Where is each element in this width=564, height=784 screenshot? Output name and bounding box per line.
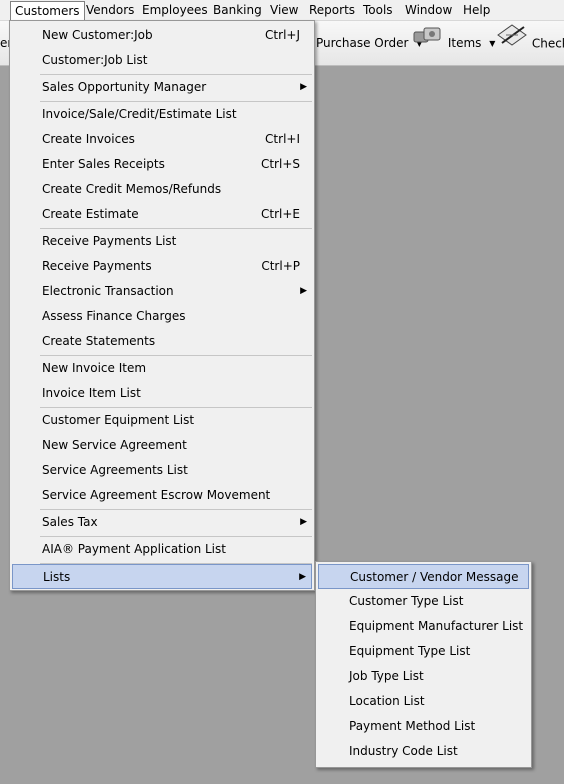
menu-item-invoice-list[interactable]: Invoice/Sale/Credit/Estimate List <box>12 102 312 127</box>
items-button[interactable]: Items ▼ <box>412 21 495 65</box>
submenu-item-location-list[interactable]: Location List <box>318 689 529 714</box>
menu-item-service-agreement-escrow[interactable]: Service Agreement Escrow Movement <box>12 483 312 508</box>
submenu-item-equipment-manufacturer-list[interactable]: Equipment Manufacturer List <box>318 614 529 639</box>
menu-tools[interactable]: Tools <box>359 1 397 19</box>
lists-submenu: Customer / Vendor Message Customer Type … <box>315 561 532 768</box>
submenu-item-equipment-type-list[interactable]: Equipment Type List <box>318 639 529 664</box>
menu-item-assess-finance-charges[interactable]: Assess Finance Charges <box>12 304 312 329</box>
submenu-item-job-type-list[interactable]: Job Type List <box>318 664 529 689</box>
menu-item-lists[interactable]: Lists ▶ <box>12 564 312 589</box>
submenu-arrow-icon: ▶ <box>300 82 307 92</box>
menu-vendors[interactable]: Vendors <box>82 1 138 19</box>
menu-reports[interactable]: Reports <box>305 1 359 19</box>
submenu-item-customer-type-list[interactable]: Customer Type List <box>318 589 529 614</box>
submenu-item-industry-code-list[interactable]: Industry Code List <box>318 739 529 764</box>
submenu-item-customer-vendor-message[interactable]: Customer / Vendor Message <box>318 564 529 589</box>
submenu-arrow-icon: ▶ <box>300 517 307 527</box>
menu-item-new-customer-job[interactable]: New Customer:Job Ctrl+J <box>12 23 312 48</box>
menu-banking[interactable]: Banking <box>209 1 266 19</box>
items-icon <box>412 22 444 66</box>
submenu-item-payment-method-list[interactable]: Payment Method List <box>318 714 529 739</box>
purchase-order-label: Purchase Order <box>316 36 409 50</box>
menu-item-create-invoices[interactable]: Create Invoices Ctrl+I <box>12 127 312 152</box>
menu-item-new-invoice-item[interactable]: New Invoice Item <box>12 356 312 381</box>
menu-help[interactable]: Help <box>459 1 494 19</box>
dropdown-arrow-icon: ▼ <box>489 38 496 48</box>
menu-item-electronic-transaction[interactable]: Electronic Transaction ▶ <box>12 279 312 304</box>
menu-item-sales-tax[interactable]: Sales Tax ▶ <box>12 510 312 535</box>
menu-bar: Customers Vendors Employees Banking View… <box>0 0 564 21</box>
menu-item-create-credit-memos[interactable]: Create Credit Memos/Refunds <box>12 177 312 202</box>
menu-view[interactable]: View <box>266 1 302 19</box>
submenu-arrow-icon: ▶ <box>300 286 307 296</box>
menu-item-invoice-item-list[interactable]: Invoice Item List <box>12 381 312 406</box>
check-icon <box>496 21 528 67</box>
menu-item-new-service-agreement[interactable]: New Service Agreement <box>12 433 312 458</box>
purchase-order-button[interactable]: Purchase Order ▼ <box>316 21 422 65</box>
menu-item-receive-payments[interactable]: Receive Payments Ctrl+P <box>12 254 312 279</box>
menu-employees[interactable]: Employees <box>138 1 212 19</box>
menu-customers[interactable]: Customers <box>10 1 85 21</box>
check-button[interactable]: Check <box>496 21 564 65</box>
menu-item-service-agreements-list[interactable]: Service Agreements List <box>12 458 312 483</box>
items-label: Items <box>447 36 482 50</box>
check-label: Check <box>531 36 564 51</box>
menu-item-create-statements[interactable]: Create Statements <box>12 329 312 354</box>
menu-item-customer-job-list[interactable]: Customer:Job List <box>12 48 312 73</box>
customers-menu: New Customer:Job Ctrl+J Customer:Job Lis… <box>9 20 315 591</box>
menu-item-receive-payments-list[interactable]: Receive Payments List <box>12 229 312 254</box>
submenu-arrow-icon: ▶ <box>299 572 306 582</box>
menu-item-create-estimate[interactable]: Create Estimate Ctrl+E <box>12 202 312 227</box>
menu-window[interactable]: Window <box>401 1 456 19</box>
menu-item-customer-equipment-list[interactable]: Customer Equipment List <box>12 408 312 433</box>
menu-item-enter-sales-receipts[interactable]: Enter Sales Receipts Ctrl+S <box>12 152 312 177</box>
menu-item-sales-opportunity-manager[interactable]: Sales Opportunity Manager ▶ <box>12 75 312 100</box>
menu-item-aia-payment-application-list[interactable]: AIA® Payment Application List <box>12 537 312 562</box>
